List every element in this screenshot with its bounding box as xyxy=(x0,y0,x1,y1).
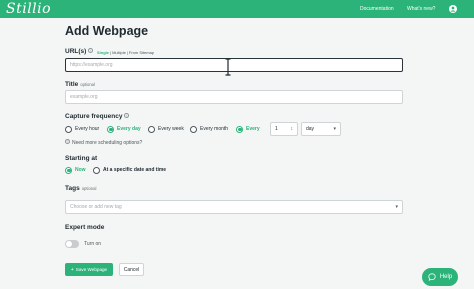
title-input[interactable] xyxy=(65,90,403,104)
chat-bubble-icon xyxy=(428,273,436,281)
radio-dot[interactable] xyxy=(148,125,155,133)
scheduling-help-link[interactable]: Need more scheduling options? xyxy=(72,140,142,146)
every-value: 1 xyxy=(275,126,278,132)
radio-every-month[interactable]: Every month xyxy=(190,124,228,134)
radio-dot[interactable] xyxy=(236,125,243,133)
radio-label: Every week xyxy=(158,126,184,132)
top-nav-bar: Stillio Documentation What's new? xyxy=(0,0,474,18)
save-webpage-button[interactable]: + Save Webpage xyxy=(65,263,113,276)
radio-every-day[interactable]: Every day xyxy=(107,124,141,134)
tags-placeholder: Choose or add new tag xyxy=(70,204,122,210)
help-button[interactable]: Help xyxy=(422,268,458,286)
title-label: Title optional xyxy=(65,81,95,88)
tags-optional-hint: optional xyxy=(81,186,97,191)
radio-label: Every hour xyxy=(75,126,100,132)
chevron-down-icon: ▾ xyxy=(395,204,398,210)
url-label-text: URL(s) xyxy=(65,48,87,55)
url-input[interactable] xyxy=(65,58,403,72)
capture-frequency-label: Capture frequency i xyxy=(65,113,130,120)
radio-label: Every month xyxy=(200,126,229,132)
expert-mode-label: Expert mode xyxy=(65,224,104,231)
expert-mode-toggle[interactable] xyxy=(65,240,79,248)
radio-dot[interactable] xyxy=(93,166,100,174)
radio-dot[interactable] xyxy=(65,125,72,133)
plus-icon: + xyxy=(70,266,74,273)
stillio-logo[interactable]: Stillio xyxy=(6,0,51,18)
tags-select[interactable]: Choose or add new tag ▾ xyxy=(65,200,403,214)
url-mode-switch: Single|Multiple|From Sitemap xyxy=(97,50,155,55)
every-unit-select[interactable]: day ▾ xyxy=(301,122,341,136)
cancel-button[interactable]: Cancel xyxy=(119,263,144,276)
info-icon[interactable]: i xyxy=(88,48,94,53)
expert-mode-text: Expert mode xyxy=(65,224,105,231)
starting-at-label: Starting at xyxy=(65,155,97,162)
scheduling-help[interactable]: ? Need more scheduling options? xyxy=(65,139,142,146)
every-value-stepper[interactable]: 1 ↕ xyxy=(270,122,298,136)
title-optional-hint: optional xyxy=(80,82,95,87)
radio-every-hour[interactable]: Every hour xyxy=(65,124,99,134)
radio-dot[interactable] xyxy=(65,166,72,174)
tags-label: Tags optional xyxy=(65,185,96,192)
capture-frequency-text: Capture frequency xyxy=(65,113,123,120)
question-icon: ? xyxy=(65,139,70,144)
radio-label: Now xyxy=(75,167,86,173)
radio-label: At a specific date and time xyxy=(103,167,167,173)
chevron-down-icon: ▾ xyxy=(333,126,336,132)
radio-every-week[interactable]: Every week xyxy=(148,124,184,134)
nav-link-documentation[interactable]: Documentation xyxy=(360,0,394,18)
radio-every-custom[interactable]: Every xyxy=(236,124,260,134)
url-mode-sitemap[interactable]: From Sitemap xyxy=(129,50,154,55)
radio-dot[interactable] xyxy=(190,125,197,133)
stepper-arrows-icon[interactable]: ↕ xyxy=(291,123,294,135)
every-unit: day xyxy=(306,126,315,132)
radio-start-now[interactable]: Now xyxy=(65,165,86,175)
starting-at-text: Starting at xyxy=(65,155,98,162)
radio-start-specific[interactable]: At a specific date and time xyxy=(93,165,166,175)
page-title: Add Webpage xyxy=(65,24,149,38)
radio-label: Every xyxy=(246,126,260,132)
tags-label-text: Tags xyxy=(65,185,80,192)
title-label-text: Title xyxy=(65,81,79,88)
toggle-knob xyxy=(66,241,72,247)
url-mode-multiple[interactable]: Multiple xyxy=(112,50,126,55)
expert-mode-toggle-label: Turn on xyxy=(84,241,102,247)
text-cursor-icon xyxy=(225,58,231,76)
info-icon[interactable]: i xyxy=(124,113,130,118)
url-mode-single[interactable]: Single xyxy=(97,50,109,55)
user-account-icon[interactable] xyxy=(449,5,457,13)
radio-label: Every day xyxy=(117,126,141,132)
radio-dot[interactable] xyxy=(107,125,114,133)
nav-link-whats-new[interactable]: What's new? xyxy=(407,0,435,18)
url-label: URL(s) i xyxy=(65,48,94,55)
save-webpage-label: Save Webpage xyxy=(75,267,108,272)
help-label: Help xyxy=(439,274,453,280)
